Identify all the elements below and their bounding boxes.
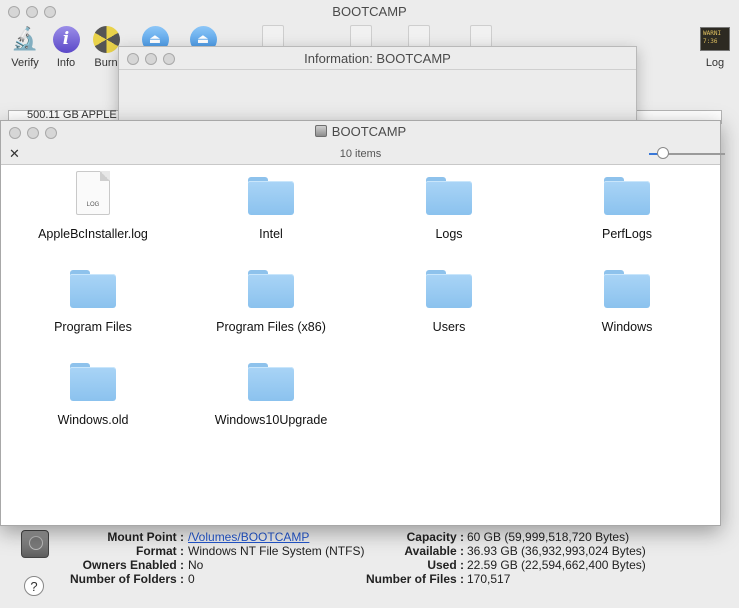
folder-icon (248, 363, 294, 401)
number-of-folders-value: 0 (188, 572, 195, 586)
volume-icon (21, 530, 49, 558)
used-value: 22.59 GB (22,594,662,400 Bytes) (467, 558, 646, 572)
owners-enabled-label: Owners Enabled : (82, 558, 184, 572)
folder-item[interactable]: Program Files (x86) (182, 270, 360, 334)
item-label: Users (432, 320, 466, 334)
window-title: BOOTCAMP (332, 4, 407, 19)
folder-icon (70, 270, 116, 308)
folder-item[interactable]: Program Files (4, 270, 182, 334)
folder-item[interactable]: Users (360, 270, 538, 334)
folder-item[interactable]: Windows10Upgrade (182, 363, 360, 427)
microscope-icon: 🔬 (11, 26, 39, 51)
owners-enabled-value: No (188, 558, 204, 572)
info-label: Info (56, 57, 76, 69)
item-label: AppleBcInstaller.log (38, 227, 148, 241)
available-value: 36.93 GB (36,932,993,024 Bytes) (467, 544, 646, 558)
folder-icon (248, 177, 294, 215)
file-type-tag: LOG (86, 202, 100, 208)
verify-label: Verify (11, 57, 39, 69)
log-button[interactable]: WARNI 7:36 Log (698, 24, 732, 69)
number-of-files-value: 170,517 (467, 572, 511, 586)
folder-icon (426, 177, 472, 215)
item-label: Windows10Upgrade (214, 413, 328, 427)
folder-icon (604, 270, 650, 308)
item-label: Windows (601, 320, 653, 334)
item-label: Logs (435, 227, 463, 241)
help-button[interactable]: ? (24, 576, 44, 596)
folder-icon (70, 363, 116, 401)
item-label: Program Files (54, 320, 132, 334)
finder-title-text: BOOTCAMP (331, 124, 407, 139)
verify-button[interactable]: 🔬 Verify (6, 24, 44, 69)
folder-item[interactable]: Windows.old (4, 363, 182, 427)
document-icon: LOG (76, 171, 110, 215)
finder-titlebar[interactable]: BOOTCAMP ✕ 10 items (1, 121, 725, 165)
slider-knob[interactable] (656, 147, 669, 159)
finder-window: BOOTCAMP ✕ 10 items LOG AppleBcInstaller.… (0, 120, 725, 526)
folder-item[interactable]: Logs (360, 177, 538, 241)
log-label: Log (705, 57, 725, 69)
number-of-files-label: Number of Files : (365, 572, 464, 586)
used-label: Used : (427, 558, 464, 572)
item-label: Program Files (x86) (216, 320, 326, 334)
item-label: Intel (259, 227, 283, 241)
item-count: 10 items (339, 148, 382, 160)
folder-item[interactable]: Windows (538, 270, 716, 334)
mount-point-label: Mount Point : (107, 530, 184, 544)
item-label: PerfLogs (601, 227, 653, 241)
available-label: Available : (404, 544, 464, 558)
info-icon: i (52, 25, 80, 53)
burn-icon (92, 25, 120, 53)
item-label: Windows.old (57, 413, 129, 427)
file-item[interactable]: LOG AppleBcInstaller.log (4, 171, 182, 241)
mount-point-link[interactable]: /Volumes/BOOTCAMP (188, 530, 309, 544)
info-window-title: Information: BOOTCAMP (304, 51, 451, 66)
folder-icon (248, 270, 294, 308)
burn-label: Burn (94, 57, 118, 69)
drive-icon (314, 125, 327, 137)
format-label: Format : (136, 544, 184, 558)
folder-icon (604, 177, 650, 215)
info-button[interactable]: i Info (48, 24, 84, 69)
icon-size-slider[interactable] (649, 147, 725, 159)
capacity-value: 60 GB (59,999,518,720 Bytes) (467, 530, 630, 544)
folder-icon (426, 270, 472, 308)
number-of-folders-label: Number of Folders : (69, 572, 184, 586)
capacity-label: Capacity : (406, 530, 464, 544)
folder-item[interactable]: Intel (182, 177, 360, 241)
finder-title: BOOTCAMP (1, 124, 720, 139)
log-icon: WARNI 7:36 (700, 27, 730, 51)
folder-item[interactable]: PerfLogs (538, 177, 716, 241)
format-value: Windows NT File System (NTFS) (188, 544, 365, 558)
